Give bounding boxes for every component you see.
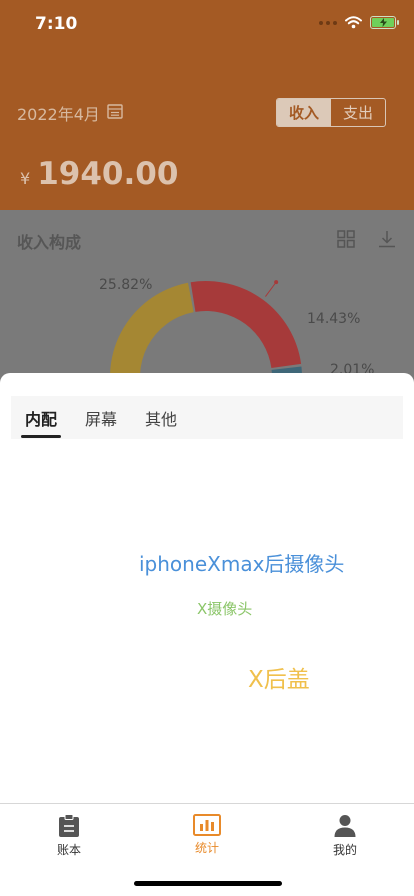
tab-underline xyxy=(21,435,62,438)
category-tabs: 内配 屏幕 其他 xyxy=(11,396,403,439)
month-selector[interactable]: 2022年4月 xyxy=(17,101,100,125)
calendar-icon[interactable] xyxy=(107,104,123,119)
tab-label: 内配 xyxy=(25,409,58,429)
person-icon xyxy=(334,815,356,837)
detail-sheet: 内配 屏幕 其他 iphoneXmax后摄像头 X摄像头 X后盖 xyxy=(0,373,414,803)
tab-internal[interactable]: 内配 xyxy=(11,396,71,439)
word-cloud-item: iphoneXmax后摄像头 xyxy=(139,552,345,576)
signal-dots-icon xyxy=(319,20,337,25)
status-time: 7:10 xyxy=(35,14,78,34)
chart-icon xyxy=(193,814,221,836)
income-expense-toggle: 收入 支出 xyxy=(276,98,386,127)
tab-other[interactable]: 其他 xyxy=(131,396,191,439)
donut-leader-dot xyxy=(274,280,279,285)
total-amount: ¥ 1940.00 xyxy=(20,156,178,192)
stats-panel: 收入构成 25.82% 14.43% 2.01% xyxy=(0,210,414,390)
wifi-icon xyxy=(345,16,362,29)
income-tab[interactable]: 收入 xyxy=(277,99,331,126)
home-indicator xyxy=(134,881,282,886)
tabbar-item-ledger[interactable]: 账本 xyxy=(34,814,104,858)
tabbar-item-profile[interactable]: 我的 xyxy=(310,814,380,858)
tab-label: 屏幕 xyxy=(85,409,118,429)
tab-label: 其他 xyxy=(145,409,178,429)
status-icons xyxy=(319,16,399,29)
donut-slice-label: 25.82% xyxy=(99,277,153,293)
amount-value: 1940.00 xyxy=(37,156,179,192)
battery-icon xyxy=(370,16,399,29)
currency-symbol: ¥ xyxy=(20,169,31,188)
tabbar-label: 统计 xyxy=(194,841,219,855)
clipboard-icon xyxy=(59,814,79,837)
tabbar-label: 账本 xyxy=(56,843,81,857)
tabbar-label: 我的 xyxy=(332,843,357,857)
donut-slice-label: 14.43% xyxy=(307,311,361,327)
header: 7:10 2022年4月 收入 支出 ¥ 1940.00 xyxy=(0,0,414,210)
donut-slice xyxy=(190,281,302,368)
donut-leader-line xyxy=(265,281,277,297)
tabbar-item-stats[interactable]: 统计 xyxy=(172,814,242,856)
word-cloud-item: X摄像头 xyxy=(197,600,253,618)
tab-screen[interactable]: 屏幕 xyxy=(71,396,131,439)
expense-tab[interactable]: 支出 xyxy=(331,99,385,126)
word-cloud-item: X后盖 xyxy=(248,667,310,693)
